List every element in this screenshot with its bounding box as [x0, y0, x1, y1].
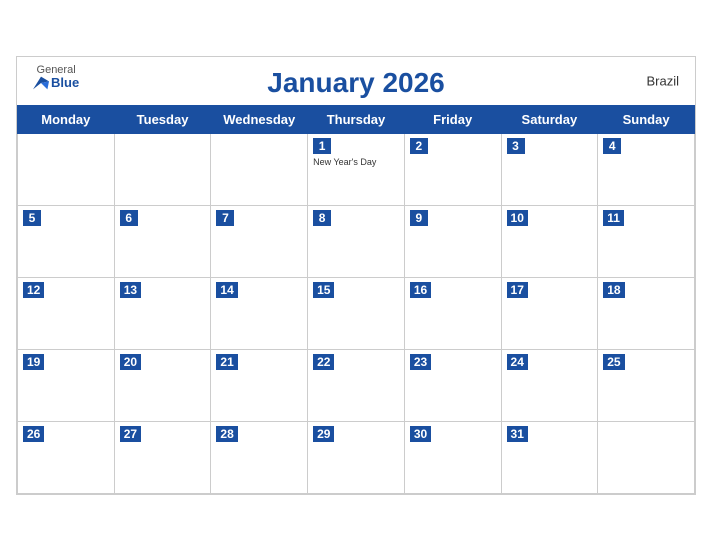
calendar-cell: 24 [501, 349, 598, 421]
calendar-cell: 5 [18, 205, 115, 277]
calendar-cell: 21 [211, 349, 308, 421]
calendar-cell: 1 New Year's Day [308, 133, 405, 205]
day-number: 14 [216, 282, 237, 298]
calendar-cell: 16 [404, 277, 501, 349]
calendar-cell: 26 [18, 421, 115, 493]
day-number: 13 [120, 282, 141, 298]
calendar-title: January 2026 [267, 67, 444, 99]
logo-blue: Blue [33, 76, 79, 90]
calendar-cell: 27 [114, 421, 211, 493]
day-number: 31 [507, 426, 528, 442]
week-row-2: 5 6 7 8 9 10 11 [18, 205, 695, 277]
day-number: 3 [507, 138, 525, 154]
calendar-cell: 11 [598, 205, 695, 277]
week-row-1: 1 New Year's Day 2 3 4 [18, 133, 695, 205]
header-sunday: Sunday [598, 105, 695, 133]
calendar-table: Monday Tuesday Wednesday Thursday Friday… [17, 105, 695, 494]
day-number: 23 [410, 354, 431, 370]
calendar-cell: 23 [404, 349, 501, 421]
day-number: 5 [23, 210, 41, 226]
day-number: 18 [603, 282, 624, 298]
day-number: 28 [216, 426, 237, 442]
day-number: 30 [410, 426, 431, 442]
header-monday: Monday [18, 105, 115, 133]
calendar-cell: 7 [211, 205, 308, 277]
logo-general: General [37, 65, 76, 76]
calendar-container: General Blue January 2026 Brazil Monday … [16, 56, 696, 495]
weekday-header-row: Monday Tuesday Wednesday Thursday Friday… [18, 105, 695, 133]
day-number: 4 [603, 138, 621, 154]
day-number: 8 [313, 210, 331, 226]
day-number: 12 [23, 282, 44, 298]
calendar-cell: 3 [501, 133, 598, 205]
day-number: 17 [507, 282, 528, 298]
calendar-cell: 4 [598, 133, 695, 205]
header-thursday: Thursday [308, 105, 405, 133]
day-number: 26 [23, 426, 44, 442]
calendar-cell: 10 [501, 205, 598, 277]
header-saturday: Saturday [501, 105, 598, 133]
day-number: 20 [120, 354, 141, 370]
week-row-3: 12 13 14 15 16 17 18 [18, 277, 695, 349]
day-number: 24 [507, 354, 528, 370]
calendar-cell: 19 [18, 349, 115, 421]
calendar-cell: 18 [598, 277, 695, 349]
calendar-cell: 8 [308, 205, 405, 277]
calendar-cell: 15 [308, 277, 405, 349]
header-friday: Friday [404, 105, 501, 133]
calendar-cell: 6 [114, 205, 211, 277]
day-number: 25 [603, 354, 624, 370]
header-wednesday: Wednesday [211, 105, 308, 133]
calendar-cell: 25 [598, 349, 695, 421]
logo-area: General Blue [33, 65, 79, 90]
day-number: 29 [313, 426, 334, 442]
calendar-cell: 22 [308, 349, 405, 421]
calendar-cell: 28 [211, 421, 308, 493]
logo-bird-icon [33, 76, 49, 90]
day-number: 22 [313, 354, 334, 370]
week-row-4: 19 20 21 22 23 24 25 [18, 349, 695, 421]
day-number: 19 [23, 354, 44, 370]
calendar-cell: 29 [308, 421, 405, 493]
calendar-cell: 2 [404, 133, 501, 205]
day-number: 16 [410, 282, 431, 298]
calendar-cell: 20 [114, 349, 211, 421]
calendar-body: 1New Year's Day2345678910111213141516171… [18, 133, 695, 493]
day-number: 11 [603, 210, 624, 226]
calendar-cell [598, 421, 695, 493]
week-row-5: 26 27 28 29 30 31 [18, 421, 695, 493]
calendar-cell [211, 133, 308, 205]
calendar-cell [18, 133, 115, 205]
calendar-cell: 14 [211, 277, 308, 349]
day-number: 27 [120, 426, 141, 442]
calendar-cell: 30 [404, 421, 501, 493]
day-number: 9 [410, 210, 428, 226]
calendar-cell: 17 [501, 277, 598, 349]
calendar-cell: 31 [501, 421, 598, 493]
day-number: 21 [216, 354, 237, 370]
day-number: 2 [410, 138, 428, 154]
day-number: 7 [216, 210, 234, 226]
calendar-cell: 12 [18, 277, 115, 349]
calendar-cell: 9 [404, 205, 501, 277]
day-number: 6 [120, 210, 138, 226]
header-tuesday: Tuesday [114, 105, 211, 133]
calendar-header: General Blue January 2026 Brazil [17, 57, 695, 105]
day-number: 10 [507, 210, 528, 226]
calendar-cell: 13 [114, 277, 211, 349]
day-number: 15 [313, 282, 334, 298]
country-label: Brazil [646, 73, 679, 88]
calendar-cell [114, 133, 211, 205]
day-number: 1 [313, 138, 331, 154]
holiday-label: New Year's Day [313, 157, 399, 167]
